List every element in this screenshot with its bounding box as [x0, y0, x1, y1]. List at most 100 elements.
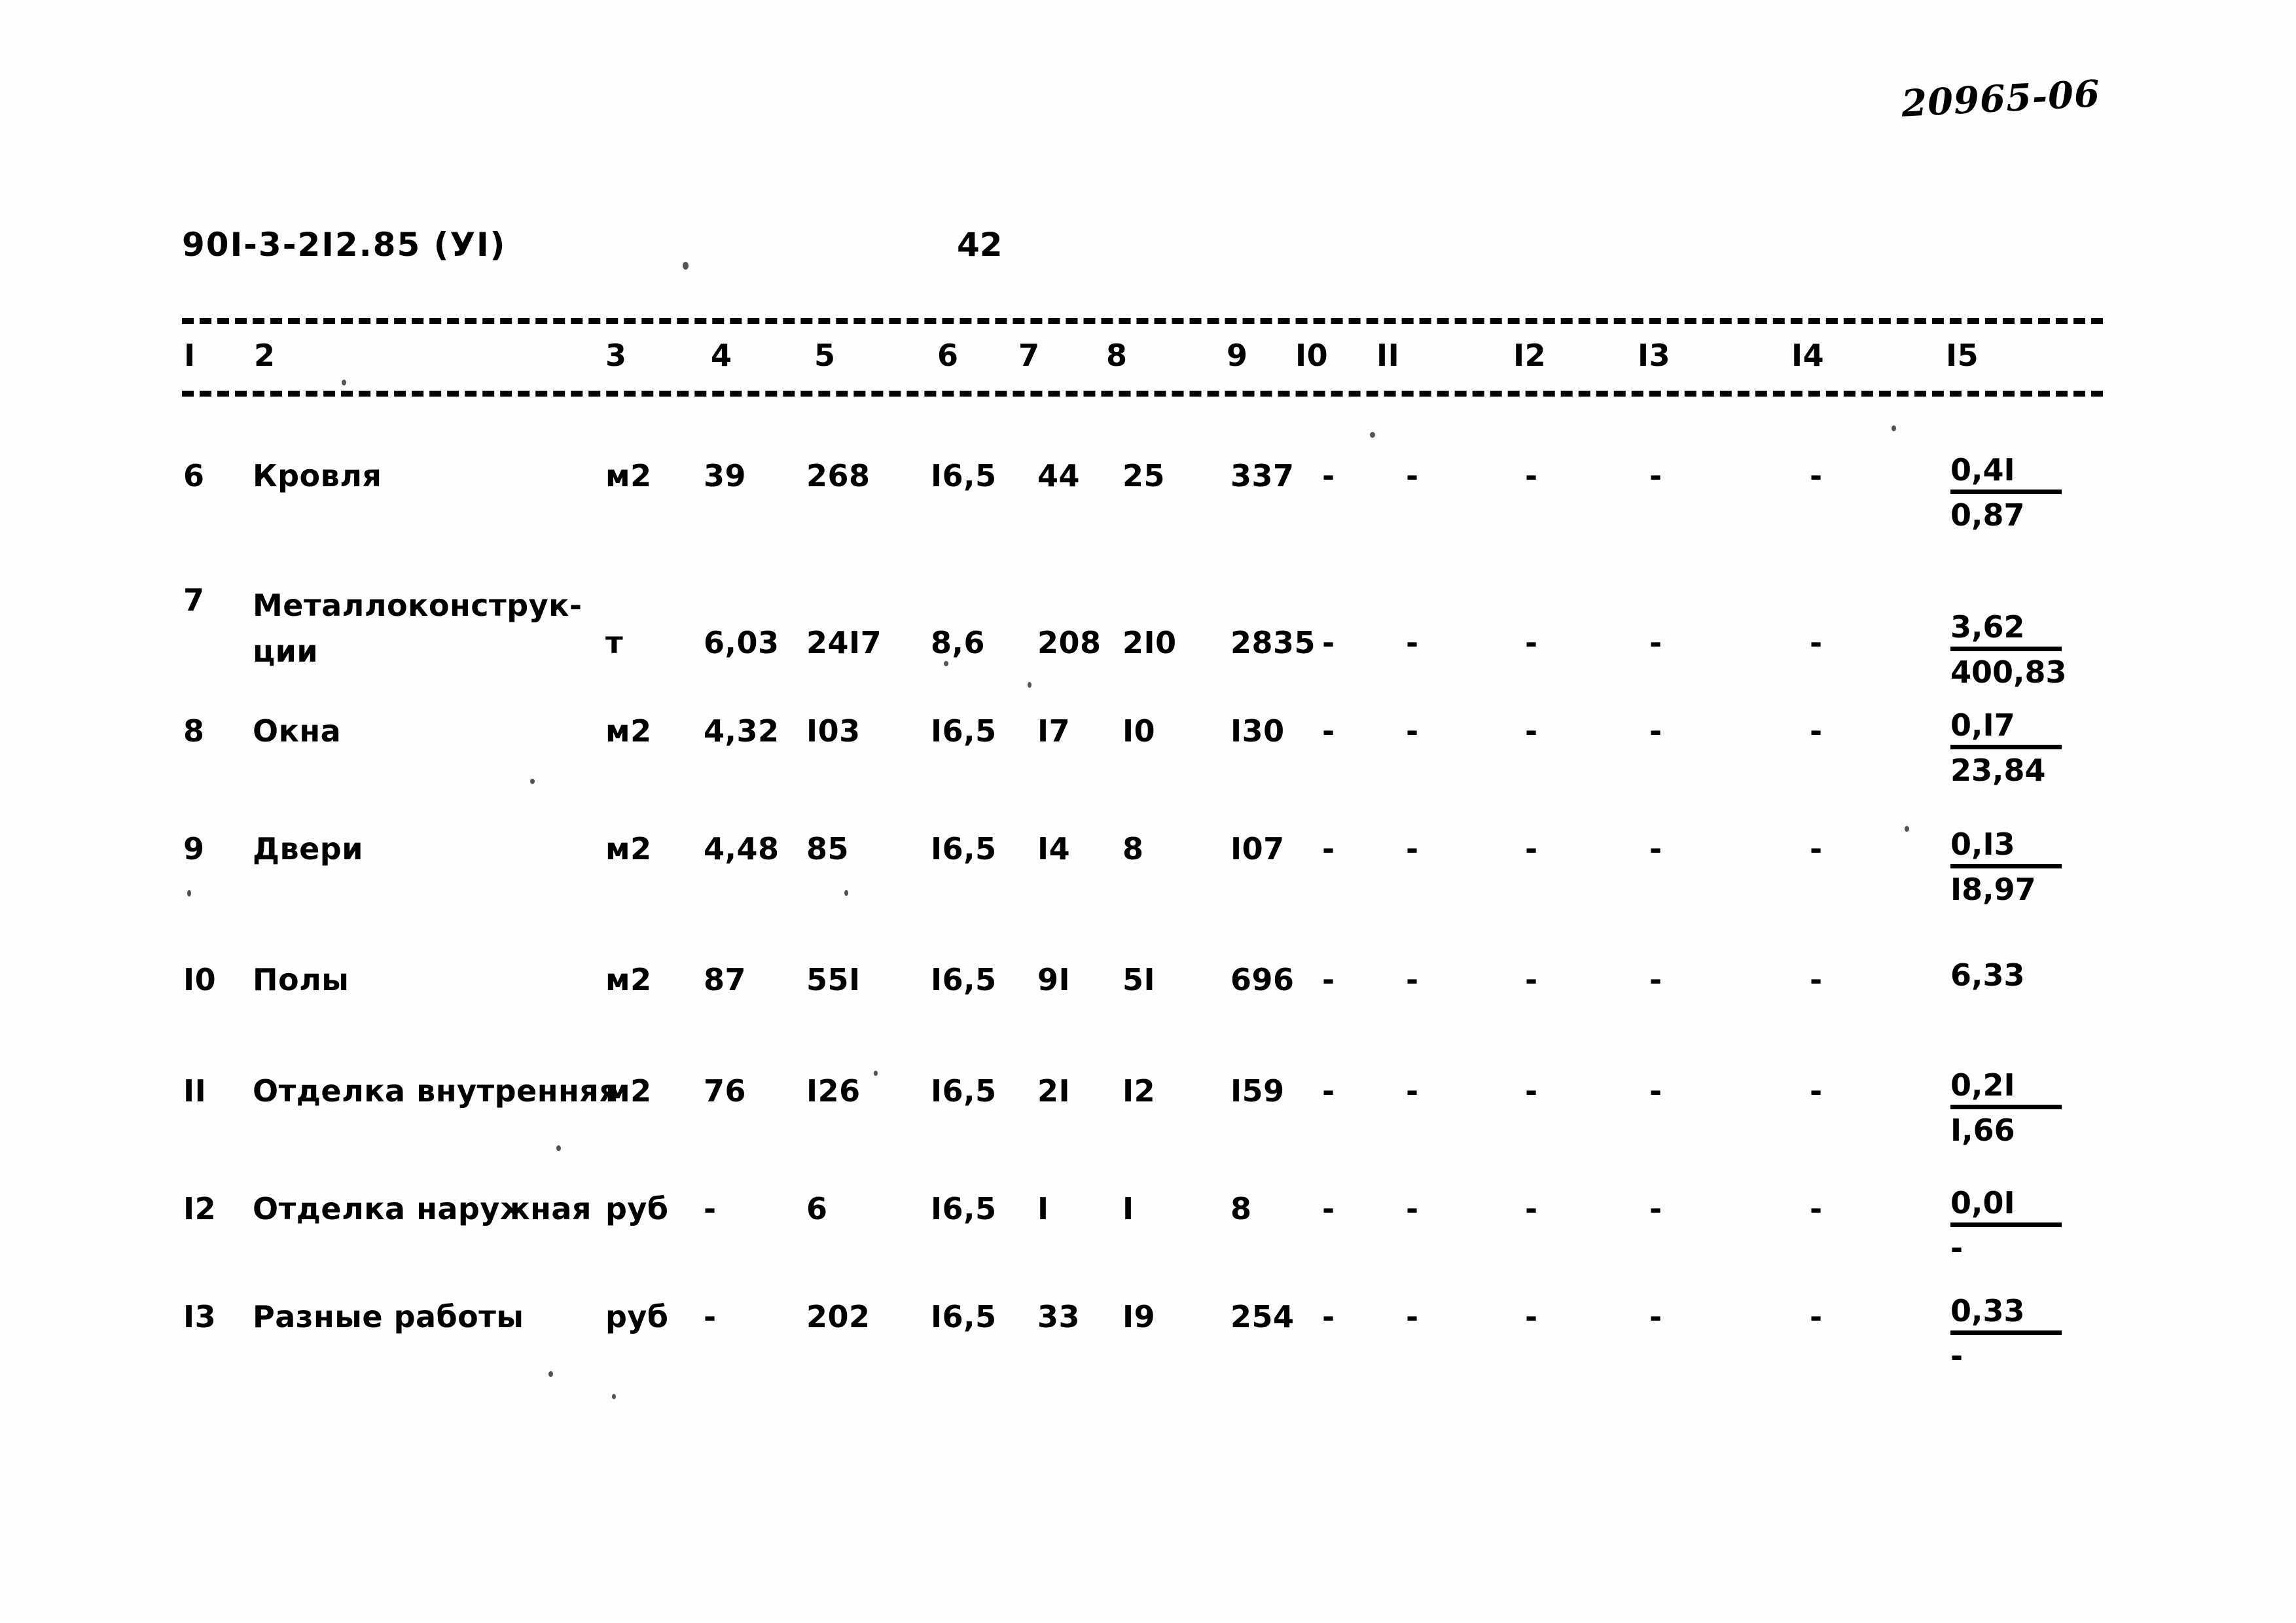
row-cell-c4: 4,32 [704, 713, 780, 749]
row-cell-c9: 337 [1230, 458, 1295, 493]
row-cell-c4: 76 [704, 1073, 747, 1109]
row-cell-c4: - [704, 1191, 717, 1226]
row-number: II [183, 1073, 207, 1109]
row-cell-c13: - [1649, 458, 1662, 493]
row-number: 6 [183, 458, 205, 493]
row-cell-c15: 0,I3 I8,97 [1950, 826, 2114, 908]
row-cell-c10: - [1322, 1073, 1335, 1109]
row-cell-c7: 2I [1037, 1073, 1071, 1109]
row-cell-c15: 0,2I I,66 [1950, 1067, 2114, 1149]
row-unit: м2 [605, 458, 652, 493]
row-cell-c7: 9I [1037, 962, 1071, 997]
scan-speck [874, 1071, 878, 1076]
row-cell-c11: - [1406, 1191, 1419, 1226]
scan-speck [944, 661, 948, 666]
row-cell-c15: 0,33- [1950, 1293, 2114, 1374]
row-cell-c7: 208 [1037, 625, 1102, 660]
row-cell-c14: - [1810, 713, 1823, 749]
row-unit: т [605, 625, 624, 660]
row-cell-c7: 33 [1037, 1299, 1081, 1334]
row-cell-c10: - [1322, 1299, 1335, 1334]
row-cell-c12: - [1525, 458, 1538, 493]
row-cell-c14: - [1810, 1299, 1823, 1334]
row-cell-c12: - [1525, 1073, 1538, 1109]
row-cell-c14: - [1810, 962, 1823, 997]
row-cell-c4: 6,03 [704, 625, 780, 660]
row-cell-c8: I2 [1122, 1073, 1156, 1109]
row-cell-c10: - [1322, 458, 1335, 493]
row-cell-c13: - [1649, 962, 1662, 997]
row-cell-c12: - [1525, 1299, 1538, 1334]
row-cell-c11: - [1406, 713, 1419, 749]
row-cell-c13: - [1649, 1073, 1662, 1109]
row-unit: м2 [605, 831, 652, 866]
row-cell-c6: I6,5 [931, 1073, 997, 1109]
scan-speck [187, 890, 191, 897]
row-cell-c13: - [1649, 831, 1662, 866]
row-cell-c8: I [1122, 1191, 1134, 1226]
row-label: Кровля [253, 458, 382, 493]
c15-numerator: 0,I7 [1950, 707, 2062, 749]
scan-speck [1370, 432, 1375, 438]
row-cell-c4: - [704, 1299, 717, 1334]
c15-numerator: 0,4I [1950, 452, 2062, 494]
c15-numerator: 0,0I [1950, 1185, 2062, 1227]
row-cell-c13: - [1649, 1191, 1662, 1226]
scan-speck [548, 1371, 553, 1377]
c15-numerator: 0,33 [1950, 1293, 2062, 1335]
row-cell-c12: - [1525, 1191, 1538, 1226]
row-unit: м2 [605, 962, 652, 997]
row-number: 9 [183, 831, 205, 866]
row-cell-c4: 39 [704, 458, 747, 493]
row-cell-c15: 3,62 400,83 [1950, 609, 2114, 690]
row-cell-c5: I26 [806, 1073, 861, 1109]
row-cell-c9: I07 [1230, 831, 1285, 866]
document-page: 20965-06 90I-3-2I2.85 (УI) 42 I 2 3 4 5 … [0, 0, 2296, 1623]
row-cell-c13: - [1649, 713, 1662, 749]
row-cell-c15: 0,4I 0,87 [1950, 452, 2114, 533]
row-cell-c11: - [1406, 1299, 1419, 1334]
row-cell-c8: 25 [1122, 458, 1166, 493]
c15-denominator: I8,97 [1950, 872, 2036, 907]
scan-speck [556, 1145, 561, 1151]
row-cell-c9: I30 [1230, 713, 1285, 749]
row-label: Отделка наружная [253, 1191, 592, 1226]
row-cell-c6: 8,6 [931, 625, 985, 660]
row-cell-c7: 44 [1037, 458, 1081, 493]
row-cell-c8: 8 [1122, 831, 1144, 866]
c15-denominator: 0,87 [1950, 497, 2025, 533]
row-cell-c6: I6,5 [931, 1299, 997, 1334]
row-cell-c13: - [1649, 1299, 1662, 1334]
row-cell-c11: - [1406, 625, 1419, 660]
row-unit: руб [605, 1191, 669, 1226]
row-cell-c8: I9 [1122, 1299, 1156, 1334]
row-cell-c7: I [1037, 1191, 1049, 1226]
row-cell-c12: - [1525, 831, 1538, 866]
row-cell-c12: - [1525, 962, 1538, 997]
row-label: Отделка внутренняя [253, 1073, 619, 1109]
scan-speck [1028, 682, 1031, 688]
c15-denominator: - [1950, 1338, 1964, 1374]
row-cell-c11: - [1406, 458, 1419, 493]
c15-numerator: 0,I3 [1950, 826, 2062, 868]
row-cell-c6: I6,5 [931, 831, 997, 866]
row-cell-c14: - [1810, 1073, 1823, 1109]
row-cell-c9: 254 [1230, 1299, 1295, 1334]
scan-speck [342, 380, 346, 385]
row-cell-c6: I6,5 [931, 1191, 997, 1226]
row-unit: м2 [605, 713, 652, 749]
c15-denominator: - [1950, 1230, 1964, 1266]
scan-speck [844, 890, 848, 896]
row-cell-c11: - [1406, 962, 1419, 997]
row-cell-c10: - [1322, 962, 1335, 997]
scan-speck [1892, 425, 1896, 431]
row-label: Металлоконструк- ции [253, 588, 583, 669]
c15-numerator: 6,33 [1950, 957, 2025, 993]
estimate-table: 6 Кровля м2 39 268 I6,5 44 25 337- - - - -0,4I 0,87 7 М… [0, 0, 2296, 1623]
scan-speck [530, 779, 535, 784]
row-cell-c14: - [1810, 625, 1823, 660]
row-cell-c5: 202 [806, 1299, 870, 1334]
row-cell-c4: 87 [704, 962, 747, 997]
c15-numerator: 0,2I [1950, 1067, 2062, 1109]
row-cell-c6: I6,5 [931, 962, 997, 997]
